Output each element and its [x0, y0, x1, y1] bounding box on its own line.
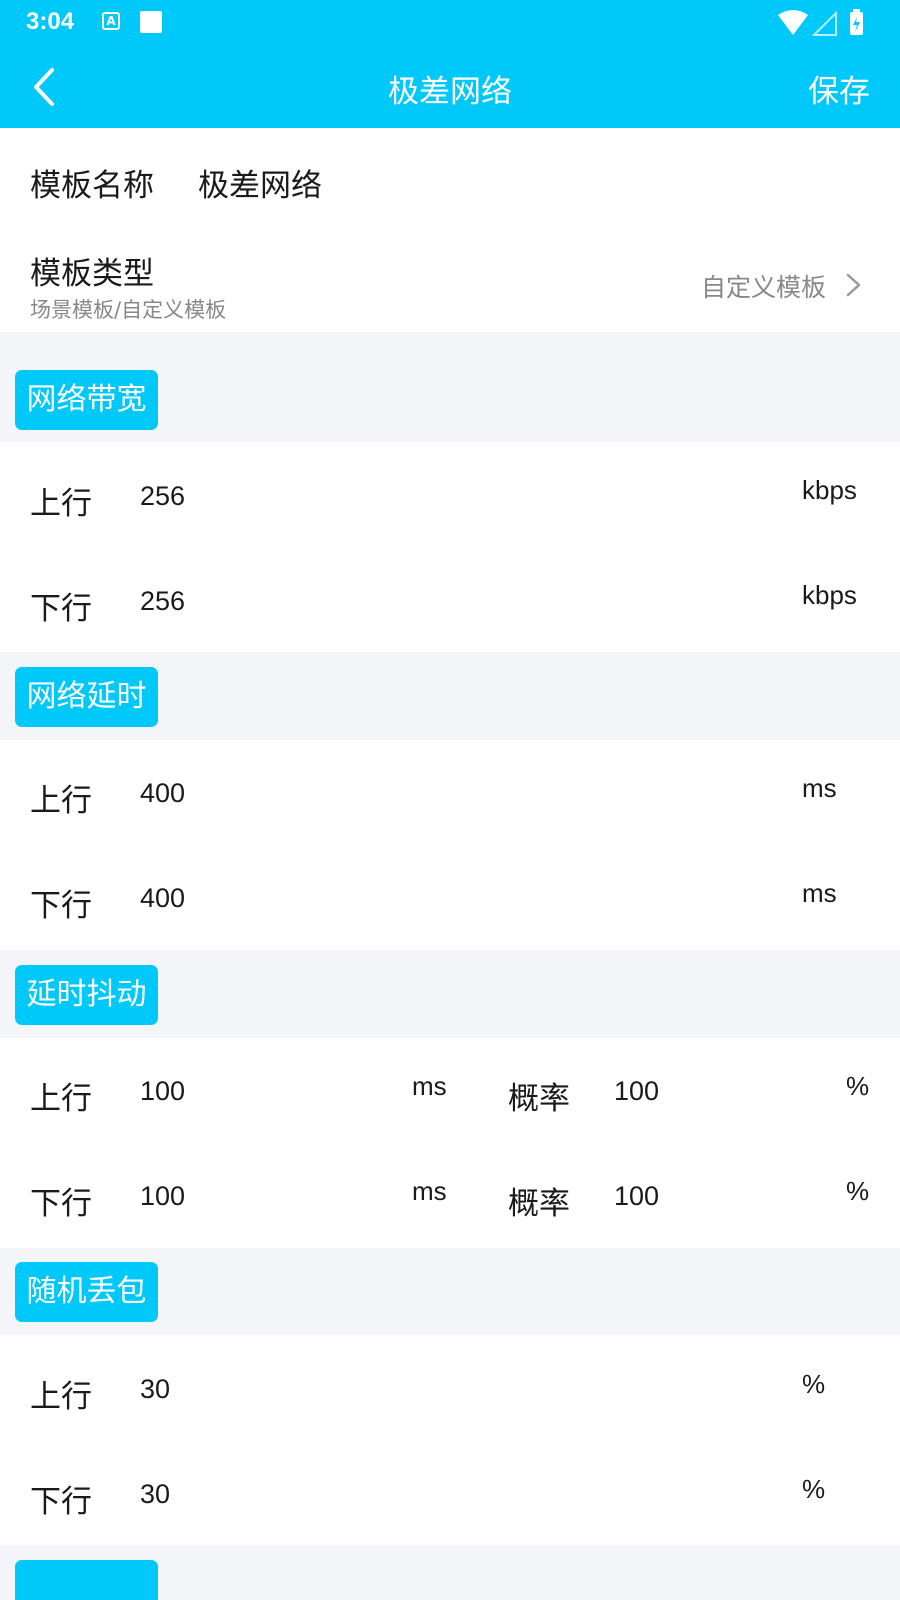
jitter-down-prob-input[interactable]: 100	[614, 1181, 659, 1212]
bandwidth-up-input[interactable]: 256	[140, 481, 185, 512]
latency-section-tag: 网络延时	[15, 667, 158, 727]
latency-up-unit: ms	[802, 773, 837, 803]
jitter-card	[0, 1038, 900, 1248]
jitter-up-prob-input[interactable]: 100	[614, 1076, 659, 1107]
cell-signal-icon	[811, 10, 837, 36]
packet-loss-up-input[interactable]: 30	[140, 1374, 170, 1405]
chevron-right-icon[interactable]	[842, 270, 866, 300]
latency-card	[0, 740, 900, 950]
template-name-input[interactable]: 极差网络	[198, 160, 322, 205]
jitter-section-tag: 延时抖动	[15, 965, 158, 1025]
status-time: 3:04	[26, 8, 75, 35]
battery-icon	[850, 9, 863, 35]
jitter-down-input[interactable]: 100	[140, 1181, 185, 1212]
page-title: 极差网络	[388, 74, 512, 110]
template-type-hint: 场景模板/自定义模板	[30, 298, 227, 322]
packet-loss-up-unit: %	[802, 1369, 826, 1399]
notification-icon	[140, 11, 162, 33]
next-section-tag	[15, 1560, 158, 1600]
template-name-label: 模板名称	[30, 168, 154, 204]
packet-loss-section-tag: 随机丢包	[15, 1262, 158, 1322]
status-icons	[778, 9, 863, 36]
bandwidth-up-label: 上行	[30, 486, 92, 522]
bandwidth-up-unit: kbps	[802, 475, 857, 505]
jitter-up-prob-label: 概率	[508, 1081, 570, 1117]
bandwidth-card	[0, 442, 900, 652]
jitter-up-label: 上行	[30, 1081, 92, 1117]
bandwidth-down-input[interactable]: 256	[140, 586, 185, 617]
packet-loss-down-unit: %	[802, 1474, 826, 1504]
packet-loss-up-label: 上行	[30, 1379, 92, 1415]
bandwidth-section-tag: 网络带宽	[15, 370, 158, 430]
jitter-down-prob-unit: %	[846, 1176, 870, 1206]
accessibility-notification-icon: A	[102, 12, 120, 30]
jitter-up-prob-unit: %	[846, 1071, 870, 1101]
packet-loss-down-input[interactable]: 30	[140, 1479, 170, 1510]
latency-up-label: 上行	[30, 783, 92, 819]
bandwidth-down-label: 下行	[30, 591, 92, 627]
app-bar: 极差网络 保存	[0, 46, 900, 128]
latency-down-input[interactable]: 400	[140, 883, 185, 914]
jitter-down-prob-label: 概率	[508, 1186, 570, 1222]
jitter-up-input[interactable]: 100	[140, 1076, 185, 1107]
latency-down-unit: ms	[802, 878, 837, 908]
jitter-down-label: 下行	[30, 1186, 92, 1222]
save-button[interactable]: 保存	[808, 66, 870, 111]
jitter-up-unit: ms	[412, 1071, 447, 1101]
latency-down-label: 下行	[30, 888, 92, 924]
template-type-value[interactable]: 自定义模板	[701, 268, 826, 304]
jitter-down-unit: ms	[412, 1176, 447, 1206]
status-bar: 3:04 A	[0, 0, 900, 46]
latency-up-input[interactable]: 400	[140, 778, 185, 809]
packet-loss-down-label: 下行	[30, 1484, 92, 1520]
bandwidth-down-unit: kbps	[802, 580, 857, 610]
wifi-icon	[778, 10, 808, 35]
packet-loss-card	[0, 1335, 900, 1545]
template-type-label: 模板类型	[30, 256, 154, 292]
